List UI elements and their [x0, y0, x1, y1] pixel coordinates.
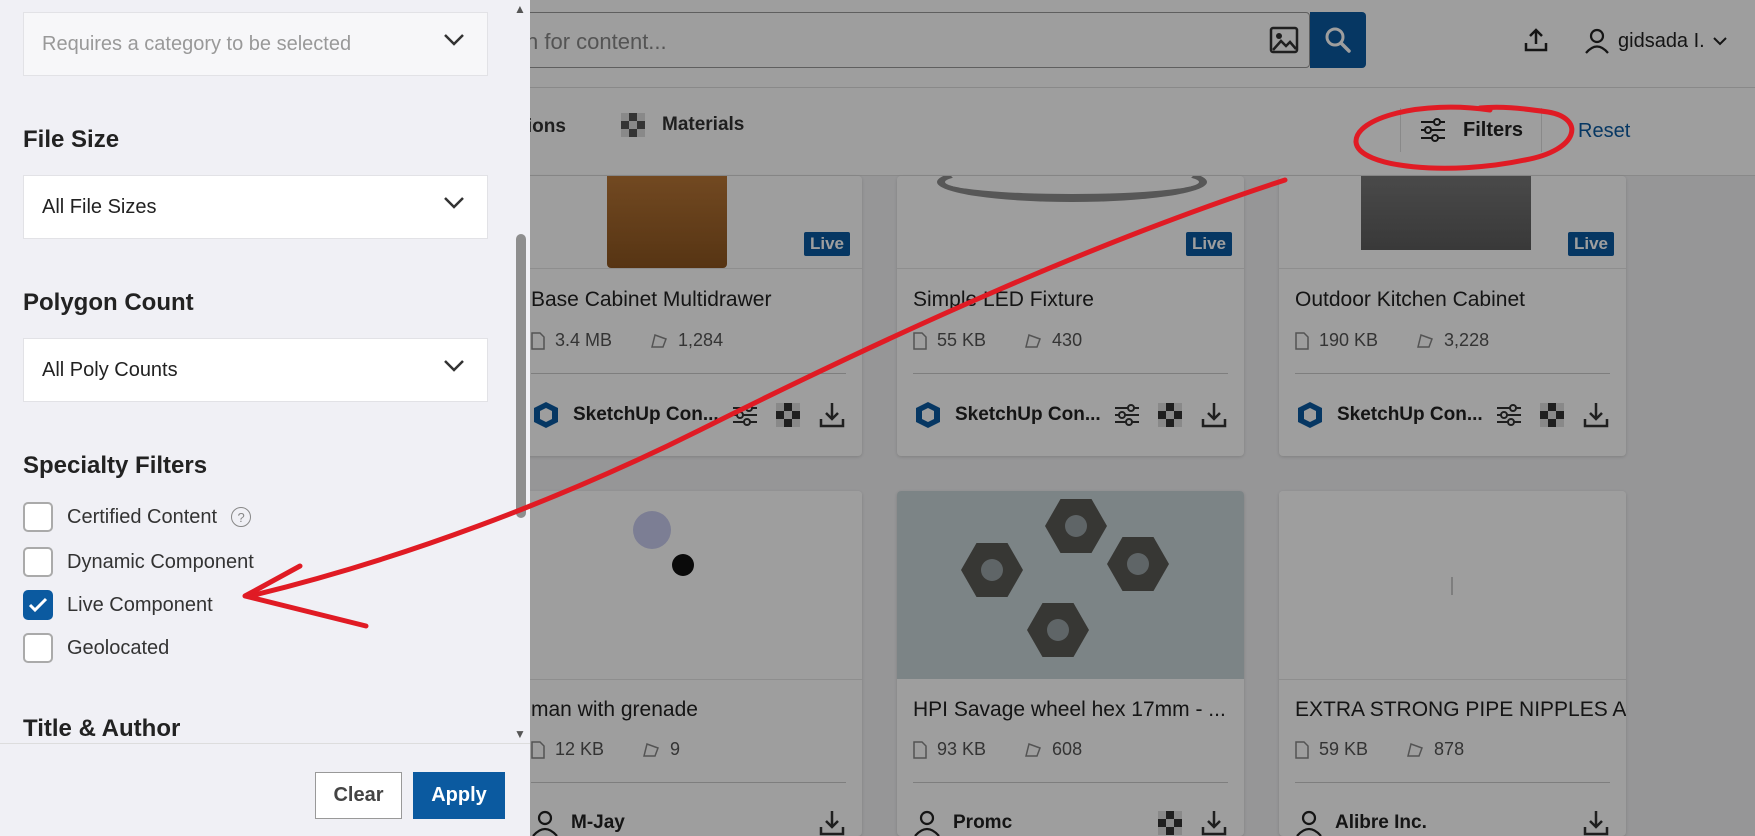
- filter-panel-scrollbar[interactable]: ▲ ▼: [512, 0, 530, 743]
- scroll-down-arrow-icon[interactable]: ▼: [514, 727, 526, 741]
- subcategory-select[interactable]: Requires a category to be selected: [23, 12, 488, 76]
- file-size-value: All File Sizes: [42, 195, 157, 218]
- polygon-count-value: All Poly Counts: [42, 358, 178, 381]
- title-author-title: Title & Author: [23, 715, 181, 742]
- dynamic-component-label: Dynamic Component: [67, 550, 254, 573]
- polygon-count-select[interactable]: All Poly Counts: [23, 338, 488, 402]
- file-size-title: File Size: [23, 126, 120, 153]
- live-component-label: Live Component: [67, 593, 213, 616]
- filter-panel: Requires a category to be selected File …: [0, 0, 530, 836]
- scrollbar-thumb[interactable]: [516, 234, 526, 518]
- clear-button[interactable]: Clear: [315, 772, 402, 819]
- certified-content-label: Certified Content: [67, 505, 218, 528]
- apply-button[interactable]: Apply: [413, 772, 505, 819]
- filter-panel-scroll: Requires a category to be selected File …: [0, 0, 512, 743]
- help-icon[interactable]: ?: [231, 507, 252, 527]
- chevron-down-icon: [444, 34, 464, 46]
- filter-panel-footer: Clear Apply: [0, 743, 530, 836]
- specialty-filters-title: Specialty Filters: [23, 452, 208, 479]
- live-component-option[interactable]: Live Component: [23, 590, 213, 620]
- file-size-select[interactable]: All File Sizes: [23, 175, 488, 239]
- live-component-checkbox[interactable]: [23, 590, 53, 620]
- polygon-count-title: Polygon Count: [23, 289, 194, 316]
- checkmark-icon: [28, 597, 48, 613]
- dynamic-component-option[interactable]: Dynamic Component: [23, 547, 254, 577]
- chevron-down-icon: [444, 360, 464, 372]
- certified-content-option[interactable]: Certified Content ?: [23, 502, 252, 532]
- scroll-up-arrow-icon[interactable]: ▲: [514, 2, 526, 16]
- geolocated-option[interactable]: Geolocated: [23, 633, 169, 663]
- dynamic-component-checkbox[interactable]: [23, 547, 53, 577]
- subcategory-placeholder: Requires a category to be selected: [42, 32, 352, 55]
- certified-content-checkbox[interactable]: [23, 502, 53, 532]
- chevron-down-icon: [444, 197, 464, 209]
- geolocated-checkbox[interactable]: [23, 633, 53, 663]
- geolocated-label: Geolocated: [67, 636, 170, 659]
